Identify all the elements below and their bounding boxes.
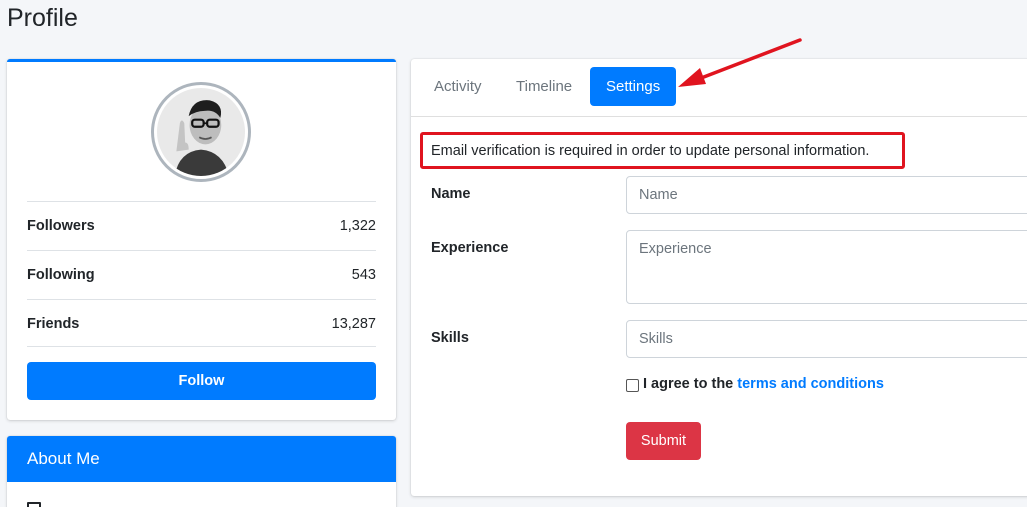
page-title: Profile — [7, 4, 78, 32]
terms-prefix: I agree to the — [643, 376, 734, 392]
annotation-arrow-icon — [678, 38, 802, 87]
submit-button[interactable]: Submit — [626, 422, 701, 460]
stat-row-followers: Followers 1,322 — [27, 201, 376, 250]
user-photo-icon — [157, 88, 245, 176]
name-label: Name — [431, 186, 471, 202]
about-card: About Me — [7, 436, 396, 507]
stat-value: 13,287 — [331, 316, 376, 332]
stat-label: Following — [27, 267, 95, 283]
terms-link[interactable]: terms and conditions — [737, 376, 884, 392]
stats-divider — [27, 346, 376, 347]
experience-textarea[interactable]: Experience — [626, 230, 1027, 304]
stat-label: Friends — [27, 316, 80, 332]
tab-activity[interactable]: Activity — [418, 67, 498, 106]
email-verification-notice: Email verification is required in order … — [420, 132, 905, 169]
about-title: About Me — [27, 449, 100, 468]
terms-label: I agree to the terms and conditions — [643, 376, 884, 392]
avatar — [151, 82, 251, 182]
skills-label: Skills — [431, 330, 469, 346]
stat-row-following: Following 543 — [27, 250, 376, 299]
stat-value: 1,322 — [339, 218, 376, 234]
name-input[interactable]: Name — [626, 176, 1027, 214]
tab-timeline[interactable]: Timeline — [500, 67, 588, 106]
stat-row-friends: Friends 13,287 — [27, 299, 376, 348]
stat-value: 543 — [351, 267, 376, 283]
skills-input[interactable]: Skills — [626, 320, 1027, 358]
about-header: About Me — [7, 436, 396, 482]
book-icon — [27, 502, 41, 507]
tab-settings[interactable]: Settings — [590, 67, 677, 106]
experience-label: Experience — [431, 240, 509, 256]
terms-checkbox[interactable] — [626, 379, 639, 392]
stat-label: Followers — [27, 218, 95, 234]
profile-card: Followers 1,322 Following 543 Friends 13… — [7, 59, 396, 420]
follow-button[interactable]: Follow — [27, 362, 376, 400]
